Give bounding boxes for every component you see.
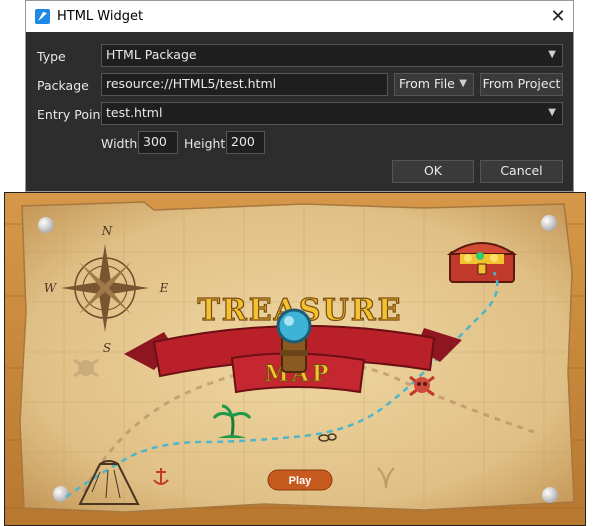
from-project-button[interactable]: From Project [480,73,563,96]
app-logo-icon [35,9,50,24]
package-label: Package [37,78,89,93]
play-button-label: Play [289,475,313,487]
pin-icon [542,487,558,503]
width-input-value: 300 [143,134,167,149]
type-label: Type [37,49,66,64]
pin-icon [53,486,69,502]
ok-button[interactable]: OK [392,160,474,183]
height-input[interactable]: 200 [226,131,265,154]
html-preview: N E S W MAP Play [4,192,586,526]
compass-w: W [44,281,58,295]
pin-icon [541,215,557,231]
pin-icon [38,217,54,233]
type-select[interactable]: HTML Package ▼ [101,44,563,67]
from-file-label: From File [399,76,455,91]
height-label: Height [184,136,226,151]
entry-point-value: test.html [106,105,163,120]
close-icon[interactable]: ✕ [547,5,569,27]
height-input-value: 200 [231,134,255,149]
width-label: Width [101,136,138,151]
package-input[interactable]: resource://HTML5/test.html [101,73,388,96]
compass-s: S [103,341,111,355]
chevron-down-icon: ▼ [459,78,467,89]
chevron-down-icon: ▼ [548,107,556,118]
dialog-title: HTML Widget [57,9,144,24]
treasure-map-scene: N E S W MAP Play [4,192,586,526]
cancel-button[interactable]: Cancel [480,160,563,183]
play-button[interactable]: Play [267,469,333,491]
from-file-dropdown[interactable]: From File ▼ [394,73,474,96]
title-bar: HTML Widget ✕ [26,1,573,32]
treasure-chest-icon [446,242,518,283]
type-select-value: HTML Package [106,47,197,62]
entry-point-select[interactable]: test.html ▼ [101,102,563,125]
width-input[interactable]: 300 [138,131,178,154]
html-widget-dialog: HTML Widget ✕ Type HTML Package ▼ Packag… [25,0,574,192]
compass-e: E [159,281,169,295]
compass-n: N [101,224,113,238]
chevron-down-icon: ▼ [548,49,556,60]
entry-point-label: Entry Point [37,107,106,122]
package-input-value: resource://HTML5/test.html [106,76,277,91]
